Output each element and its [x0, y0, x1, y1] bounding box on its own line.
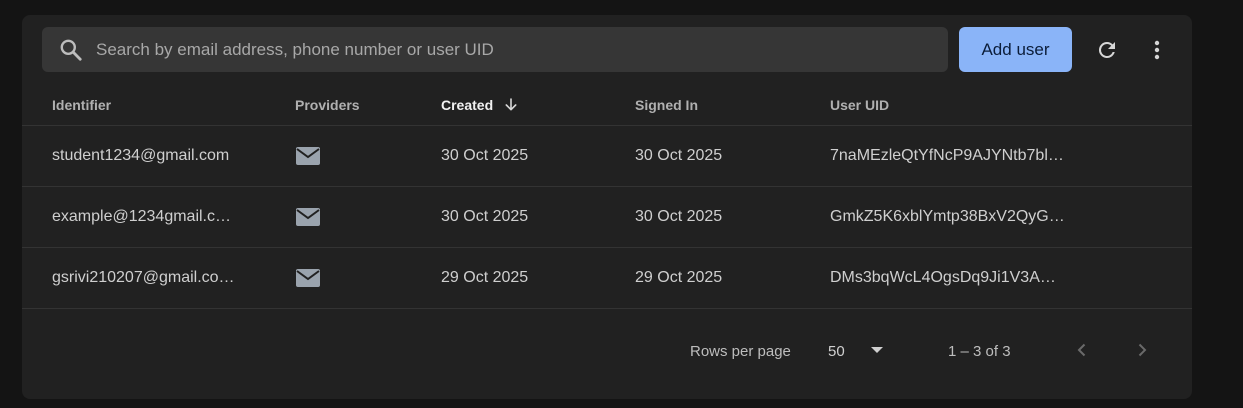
users-panel: Add user Identifier Providers Created	[22, 15, 1192, 399]
email-icon	[296, 147, 320, 165]
column-header-user-uid: User UID	[830, 97, 889, 113]
previous-page-button[interactable]	[1069, 337, 1095, 363]
provider-cell	[295, 126, 335, 186]
column-header-label: User UID	[830, 97, 890, 113]
table-header: Identifier Providers Created Signed In U…	[22, 87, 1192, 126]
add-user-button[interactable]: Add user	[959, 27, 1072, 72]
arrow-down-icon	[505, 98, 517, 111]
created-cell: 30 Oct 2025	[441, 208, 529, 225]
dropdown-caret-icon	[871, 347, 883, 353]
email-icon	[296, 269, 320, 287]
created-cell: 29 Oct 2025	[441, 269, 529, 286]
signed-in-cell: 30 Oct 2025	[635, 147, 723, 164]
refresh-icon	[1098, 41, 1115, 58]
search-bar[interactable]	[42, 27, 948, 72]
column-header-label: Providers	[295, 97, 360, 113]
search-input[interactable]	[96, 27, 936, 72]
created-cell: 30 Oct 2025	[441, 147, 529, 164]
identifier-cell: student1234@gmail.com	[52, 147, 230, 164]
email-icon	[296, 208, 320, 226]
users-toolbar: Add user	[22, 15, 1192, 85]
table-row[interactable]: gsrivi210207@gmail.co… 29 Oct 2025 29 Oc…	[22, 248, 1192, 309]
more-options-button[interactable]	[1142, 35, 1172, 65]
more-vert-icon	[1154, 40, 1160, 60]
column-header-providers: Providers	[295, 97, 360, 113]
column-header-label: Identifier	[52, 97, 112, 113]
column-header-signed-in[interactable]: Signed In	[635, 97, 698, 113]
refresh-button[interactable]	[1092, 35, 1122, 65]
signed-in-cell: 29 Oct 2025	[635, 269, 723, 286]
table-row[interactable]: student1234@gmail.com 30 Oct 2025 30 Oct…	[22, 126, 1192, 187]
signed-in-cell: 30 Oct 2025	[635, 208, 723, 225]
rows-per-page-value: 50	[828, 342, 845, 360]
provider-cell	[295, 248, 335, 308]
rows-per-page-select[interactable]: 50	[822, 336, 892, 366]
column-header-created[interactable]: Created	[441, 97, 519, 113]
user-uid-cell: GmkZ5K6xblYmtp38BxV2QyG…	[830, 208, 1065, 225]
chevron-right-icon	[1138, 343, 1147, 357]
table-row[interactable]: example@1234gmail.c… 30 Oct 2025 30 Oct …	[22, 187, 1192, 248]
next-page-button[interactable]	[1129, 337, 1155, 363]
chevron-left-icon	[1077, 343, 1086, 357]
provider-cell	[295, 187, 335, 247]
column-header-label: Signed In	[635, 97, 698, 113]
pagination-bar: Rows per page 50 1 – 3 of 3	[22, 310, 1192, 395]
rows-per-page-label: Rows per page	[690, 343, 791, 360]
identifier-cell: example@1234gmail.c…	[52, 208, 231, 225]
search-icon	[60, 39, 82, 61]
column-header-label: Created	[441, 97, 494, 113]
pagination-range: 1 – 3 of 3	[948, 343, 1011, 360]
identifier-cell: gsrivi210207@gmail.co…	[52, 269, 235, 286]
user-uid-cell: DMs3bqWcL4OgsDq9Ji1V3A…	[830, 269, 1056, 286]
user-uid-cell: 7naMEzleQtYfNcP9AJYNtb7bl…	[830, 147, 1064, 164]
column-header-identifier[interactable]: Identifier	[52, 97, 111, 113]
